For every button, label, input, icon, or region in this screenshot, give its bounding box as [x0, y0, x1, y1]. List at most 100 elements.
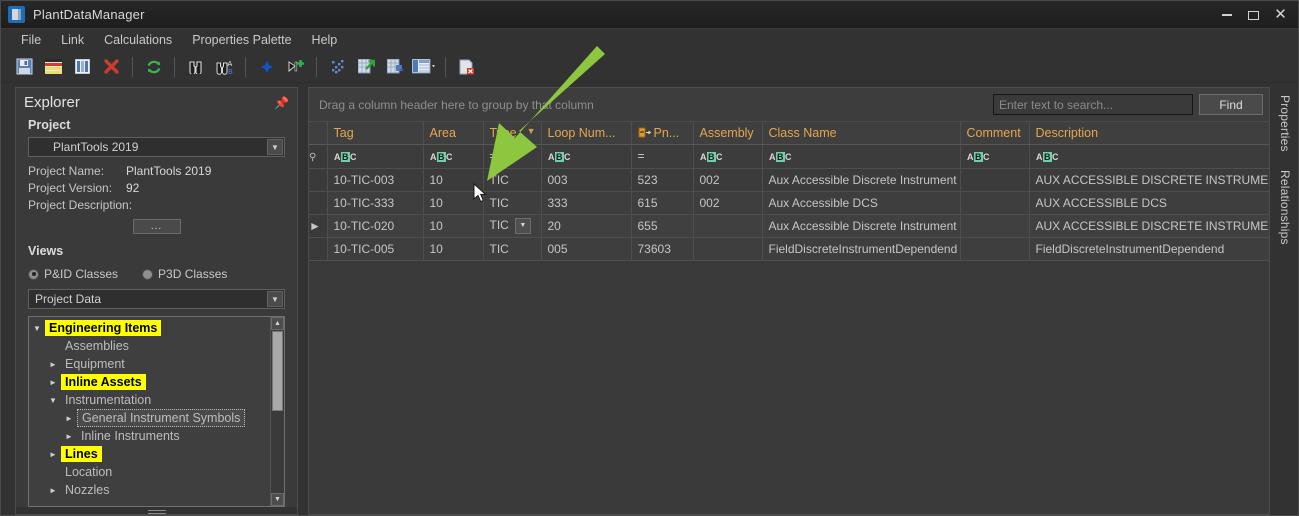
import-button[interactable]	[381, 54, 410, 80]
cell-tag[interactable]: 10-TIC-003	[327, 168, 424, 192]
delete-button[interactable]	[97, 54, 126, 80]
cell-type-editing[interactable]: TIC ▼	[483, 214, 542, 238]
cell-type[interactable]: TIC	[483, 191, 542, 215]
menu-item-properties-palette[interactable]: Properties Palette	[182, 30, 301, 50]
chevron-down-icon[interactable]: ▼	[267, 139, 283, 155]
cell-area[interactable]: 10	[423, 191, 484, 215]
tree-item-assemblies[interactable]: Assemblies	[29, 337, 270, 355]
menu-item-calculations[interactable]: Calculations	[94, 30, 182, 50]
column-header-loop-number[interactable]: Loop Num...	[541, 122, 632, 145]
cell-area[interactable]: 10	[423, 214, 484, 238]
minimize-button[interactable]	[1213, 4, 1240, 26]
table-row[interactable]: 10-TIC-005 10 TIC 005 73603 FieldDiscret…	[309, 237, 1269, 261]
menu-item-help[interactable]: Help	[302, 30, 348, 50]
cell-description[interactable]: AUX ACCESSIBLE DISCRETE INSTRUMENT	[1029, 214, 1269, 238]
column-header-comment[interactable]: Comment	[960, 122, 1030, 145]
filter-cell-tag[interactable]: ABC	[327, 144, 424, 169]
tree-item-inline-assets[interactable]: ► Inline Assets	[29, 373, 270, 391]
cell-description[interactable]: AUX ACCESSIBLE DISCRETE INSTRUMENT	[1029, 168, 1269, 192]
cell-comment[interactable]	[960, 237, 1030, 261]
cell-assembly[interactable]	[693, 237, 763, 261]
twisty-collapsed-icon[interactable]: ►	[61, 414, 77, 423]
twisty-collapsed-icon[interactable]: ►	[45, 486, 61, 495]
column-header-assembly[interactable]: Assembly	[693, 122, 763, 145]
find-button[interactable]: Find	[1199, 94, 1263, 115]
column-header-description[interactable]: Description	[1029, 122, 1269, 145]
project-combo[interactable]: PlantTools 2019 ▼	[28, 137, 285, 157]
cell-assembly[interactable]	[693, 214, 763, 238]
refresh-button[interactable]	[139, 54, 168, 80]
table-row-selected[interactable]: ► 10-TIC-020 10 TIC ▼ 20 655 Aux Accessib…	[309, 214, 1269, 238]
twisty-expanded-icon[interactable]: ▼	[29, 324, 45, 333]
cell-loop-number[interactable]: 005	[541, 237, 632, 261]
filter-cell-pnid[interactable]: =	[631, 144, 694, 169]
column-header-pnid[interactable]: Pn...	[631, 122, 694, 145]
cell-comment[interactable]	[960, 191, 1030, 215]
cell-area[interactable]: 10	[423, 168, 484, 192]
cell-loop-number[interactable]: 003	[541, 168, 632, 192]
table-row[interactable]: 10-TIC-003 10 TIC 003 523 002 Aux Access…	[309, 168, 1269, 192]
panel-splitter[interactable]	[16, 507, 297, 514]
column-header-class-name[interactable]: Class Name	[762, 122, 961, 145]
add-item-button[interactable]	[281, 54, 310, 80]
cell-comment[interactable]	[960, 168, 1030, 192]
filter-cell-class-name[interactable]: ABC	[762, 144, 961, 169]
cell-type[interactable]: TIC	[483, 237, 542, 261]
cell-description[interactable]: FieldDiscreteInstrumentDependend	[1029, 237, 1269, 261]
cell-type[interactable]: TIC	[483, 168, 542, 192]
scatter-button[interactable]	[323, 54, 352, 80]
tree-item-equipment[interactable]: ► Equipment	[29, 355, 270, 373]
tree-item-nozzles[interactable]: ► Nozzles	[29, 481, 270, 499]
tree-item-instrumentation[interactable]: ▼ Instrumentation	[29, 391, 270, 409]
cell-area[interactable]: 10	[423, 237, 484, 261]
column-header-area[interactable]: Area	[423, 122, 484, 145]
cell-comment[interactable]	[960, 214, 1030, 238]
tree-item-inline-instruments[interactable]: ► Inline Instruments	[29, 427, 270, 445]
add-button[interactable]	[252, 54, 281, 80]
cell-assembly[interactable]: 002	[693, 191, 763, 215]
filter-funnel-icon[interactable]: ▼	[527, 126, 536, 136]
tab-properties[interactable]: Properties	[1276, 93, 1294, 154]
group-by-hint[interactable]: Drag a column header here to group by th…	[315, 98, 594, 112]
tree-item-general-instrument-symbols[interactable]: ► General Instrument Symbols	[29, 409, 270, 427]
browse-description-button[interactable]: ...	[132, 219, 181, 234]
filter-cell-type[interactable]: = TIC	[483, 144, 542, 169]
column-view-button[interactable]	[68, 54, 97, 80]
maximize-button[interactable]	[1240, 4, 1267, 26]
filter-cell-area[interactable]: ABC	[423, 144, 484, 169]
cell-tag[interactable]: 10-TIC-020	[327, 214, 424, 238]
menu-item-link[interactable]: Link	[51, 30, 94, 50]
cell-loop-number[interactable]: 333	[541, 191, 632, 215]
grid-scroll-area[interactable]: Tag Area Type ▼ Loop Num... Pn... Assemb…	[309, 122, 1269, 514]
cell-description[interactable]: AUX ACCESSIBLE DCS	[1029, 191, 1269, 215]
filter-cell-assembly[interactable]: ABC	[693, 144, 763, 169]
filter-cell-comment[interactable]: ABC	[960, 144, 1030, 169]
cell-dropdown-icon[interactable]: ▼	[514, 217, 531, 234]
close-document-button[interactable]	[452, 54, 481, 80]
table-row[interactable]: 10-TIC-333 10 TIC 333 615 002 Aux Access…	[309, 191, 1269, 215]
project-data-combo[interactable]: Project Data ▼	[28, 289, 285, 309]
column-header-type[interactable]: Type ▼	[483, 122, 542, 145]
cell-tag[interactable]: 10-TIC-005	[327, 237, 424, 261]
twisty-collapsed-icon[interactable]: ►	[61, 432, 77, 441]
find-button[interactable]	[181, 54, 210, 80]
layout-dropdown-button[interactable]	[410, 54, 439, 80]
filter-cell-loop-number[interactable]: ABC	[541, 144, 632, 169]
twisty-collapsed-icon[interactable]: ►	[45, 450, 61, 459]
search-input[interactable]	[993, 94, 1193, 115]
table-view-button[interactable]	[39, 54, 68, 80]
close-button[interactable]: ✕	[1267, 4, 1294, 26]
tree-item-lines[interactable]: ► Lines	[29, 445, 270, 463]
scrollbar-thumb[interactable]	[272, 331, 283, 411]
twisty-collapsed-icon[interactable]: ►	[45, 360, 61, 369]
menu-item-file[interactable]: File	[11, 30, 51, 50]
twisty-collapsed-icon[interactable]: ►	[45, 378, 61, 387]
radio-pid-classes[interactable]: P&ID Classes	[28, 267, 118, 281]
cell-loop-number[interactable]: 20	[541, 214, 632, 238]
tree-item-location[interactable]: Location	[29, 463, 270, 481]
tree-scrollbar[interactable]: ▲ ▼	[270, 317, 284, 506]
tab-relationships[interactable]: Relationships	[1276, 168, 1294, 247]
tree-item-engineering-items[interactable]: ▼ Engineering Items	[29, 319, 270, 337]
scroll-up-icon[interactable]: ▲	[271, 317, 284, 330]
export-button[interactable]	[352, 54, 381, 80]
